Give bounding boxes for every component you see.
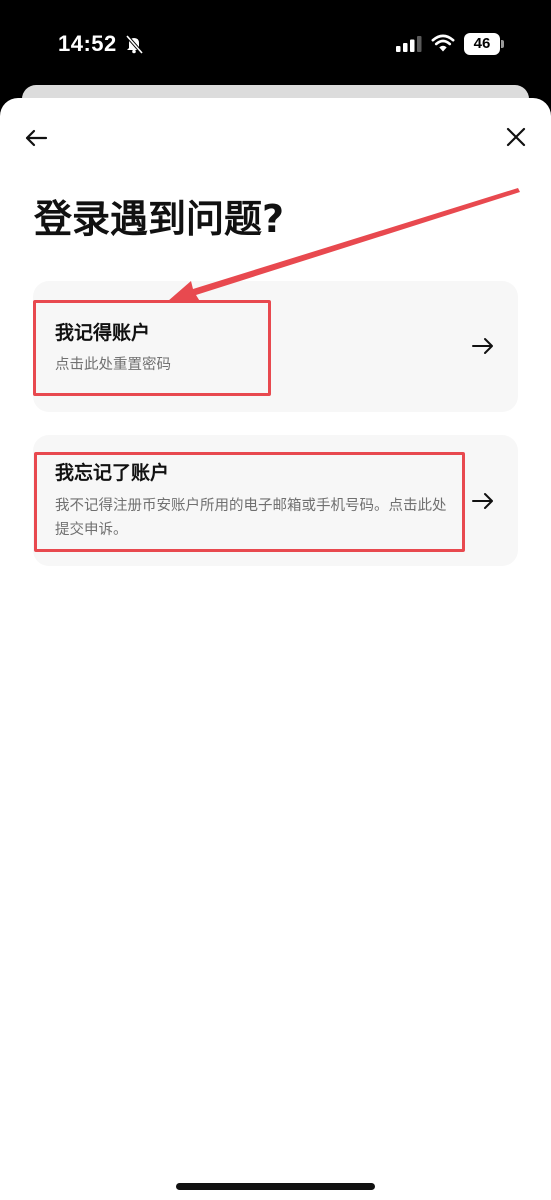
battery-icon: 46 <box>464 33 500 55</box>
home-indicator <box>176 1183 375 1190</box>
option-forgot-account[interactable]: 我忘记了账户 我不记得注册币安账户所用的电子邮箱或手机号码。点击此处提交申诉。 <box>33 435 518 566</box>
close-icon[interactable] <box>505 126 527 148</box>
battery-nub <box>501 40 504 48</box>
status-time: 14:52 <box>58 31 117 56</box>
bottom-sheet <box>0 98 551 1200</box>
status-bar: 14:52 46 <box>0 0 551 90</box>
page-title: 登录遇到问题? <box>34 197 285 241</box>
option-title: 我记得账户 <box>55 322 151 344</box>
option-description: 点击此处重置密码 <box>55 357 171 373</box>
bell-off-icon <box>125 34 144 54</box>
wifi-icon <box>431 34 455 52</box>
option-remember-account[interactable]: 我记得账户 点击此处重置密码 <box>33 281 518 412</box>
option-description: 我不记得注册币安账户所用的电子邮箱或手机号码。点击此处提交申诉。 <box>55 498 447 538</box>
arrow-left-icon[interactable] <box>24 128 48 148</box>
arrow-right-icon <box>472 338 493 354</box>
signal-icon <box>396 36 422 52</box>
arrow-right-icon <box>472 493 493 509</box>
option-title: 我忘记了账户 <box>55 462 170 484</box>
